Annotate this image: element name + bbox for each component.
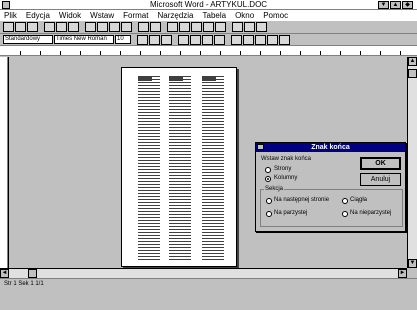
standard-toolbar <box>0 21 417 34</box>
italic-icon[interactable] <box>149 34 160 45</box>
column-break-radio[interactable] <box>265 176 271 182</box>
menu-widok[interactable]: Widok <box>59 10 81 21</box>
section-group <box>260 189 403 227</box>
status-bar: Str 1 Sek 1 1/1 <box>0 278 417 310</box>
menu-bar: Plik Edycja Widok Wstaw Format Narzędzia… <box>0 10 417 21</box>
numbering-icon[interactable] <box>231 34 242 45</box>
odd-page-label: Na nieparzystej <box>350 210 392 216</box>
print-icon[interactable] <box>44 22 55 32</box>
minimize-button[interactable]: ▼ <box>378 1 389 9</box>
ok-button[interactable]: OK <box>360 157 401 170</box>
style-select[interactable]: Standardowy <box>3 35 53 44</box>
horizontal-ruler[interactable] <box>0 46 417 56</box>
title-bar: Microsoft Word - ARTYKUL.DOC ▼ ▲ ◆ <box>0 0 417 10</box>
dialog-system-menu-icon[interactable] <box>257 144 264 150</box>
menu-narzedzia[interactable]: Narzędzia <box>157 10 193 21</box>
menu-wstaw[interactable]: Wstaw <box>90 10 114 21</box>
even-page-radio[interactable] <box>266 211 272 217</box>
decrease-indent-icon[interactable] <box>255 34 266 45</box>
even-page-label: Na parzystej <box>274 210 308 216</box>
insert-table-icon[interactable] <box>179 22 190 32</box>
redo-icon[interactable] <box>150 22 161 32</box>
spelling-icon[interactable] <box>68 22 79 32</box>
menu-okno[interactable]: Okno <box>235 10 254 21</box>
vertical-scrollbar[interactable]: ▲ ▼ <box>407 57 417 268</box>
size-select[interactable]: 10 <box>115 35 131 44</box>
text-column-3 <box>202 76 224 261</box>
menu-format[interactable]: Format <box>123 10 148 21</box>
cut-icon[interactable] <box>85 22 96 32</box>
status-text: Str 1 Sek 1 1/1 <box>4 281 44 287</box>
align-left-icon[interactable] <box>178 34 189 45</box>
increase-indent-icon[interactable] <box>267 34 278 45</box>
horizontal-scrollbar[interactable]: ◄ ► <box>0 268 407 278</box>
dialog-title: Znak końca <box>311 144 350 151</box>
scroll-down-icon[interactable]: ▼ <box>408 259 417 268</box>
page-break-radio[interactable] <box>265 167 271 173</box>
align-right-icon[interactable] <box>202 34 213 45</box>
text-column-2 <box>169 76 191 261</box>
justify-icon[interactable] <box>214 34 225 45</box>
vertical-scroll-thumb[interactable] <box>408 69 417 78</box>
text-column-1 <box>138 76 160 261</box>
drawing-icon[interactable] <box>215 22 226 32</box>
show-formatting-icon[interactable] <box>232 22 243 32</box>
system-menu-icon[interactable] <box>2 1 10 9</box>
cancel-button[interactable]: Anuluj <box>360 173 401 186</box>
help-icon[interactable] <box>256 22 267 32</box>
print-preview-icon[interactable] <box>56 22 67 32</box>
menu-edycja[interactable]: Edycja <box>26 10 50 21</box>
maximize-button[interactable]: ▲ <box>390 1 401 9</box>
scroll-right-icon[interactable]: ► <box>398 269 407 278</box>
odd-page-radio[interactable] <box>342 211 348 217</box>
formatting-toolbar: Standardowy Times New Roman 10 <box>0 34 417 46</box>
next-page-label: Na następnej stronie <box>274 197 330 203</box>
borders-icon[interactable] <box>279 34 290 45</box>
continuous-label: Ciągła <box>350 197 368 203</box>
scroll-left-icon[interactable]: ◄ <box>0 269 9 278</box>
window-title: Microsoft Word - ARTYKUL.DOC <box>150 0 268 9</box>
paste-icon[interactable] <box>109 22 120 32</box>
undo-icon[interactable] <box>138 22 149 32</box>
next-page-radio[interactable] <box>266 198 272 204</box>
autoformat-icon[interactable] <box>167 22 178 32</box>
menu-tabela[interactable]: Tabela <box>203 10 227 21</box>
scroll-up-icon[interactable]: ▲ <box>408 57 417 66</box>
align-center-icon[interactable] <box>190 34 201 45</box>
menu-plik[interactable]: Plik <box>4 10 17 21</box>
vertical-ruler <box>0 57 8 268</box>
bullets-icon[interactable] <box>243 34 254 45</box>
dialog-title-bar: Znak końca <box>256 143 405 152</box>
restore-button[interactable]: ◆ <box>402 1 413 9</box>
insert-excel-icon[interactable] <box>191 22 202 32</box>
bold-icon[interactable] <box>137 34 148 45</box>
section-label: Sekcja <box>264 186 285 192</box>
save-icon[interactable] <box>27 22 38 32</box>
columns-icon[interactable] <box>203 22 214 32</box>
menu-pomoc[interactable]: Pomoc <box>263 10 288 21</box>
break-dialog: Znak końca Wstaw znak końca Strony Kolum… <box>255 142 406 232</box>
font-select[interactable]: Times New Roman <box>54 35 114 44</box>
underline-icon[interactable] <box>161 34 172 45</box>
format-painter-icon[interactable] <box>121 22 132 32</box>
open-icon[interactable] <box>15 22 26 32</box>
page-break-label: Strony <box>274 166 292 172</box>
copy-icon[interactable] <box>97 22 108 32</box>
zoom-icon[interactable] <box>244 22 255 32</box>
horizontal-scroll-thumb[interactable] <box>28 269 37 278</box>
insert-break-label: Wstaw znak końca <box>261 156 312 162</box>
column-break-label: Kolumny <box>274 175 298 181</box>
window-controls: ▼ ▲ ◆ <box>378 1 413 9</box>
new-document-icon[interactable] <box>3 22 14 32</box>
continuous-radio[interactable] <box>342 198 348 204</box>
document-page[interactable] <box>121 67 237 267</box>
